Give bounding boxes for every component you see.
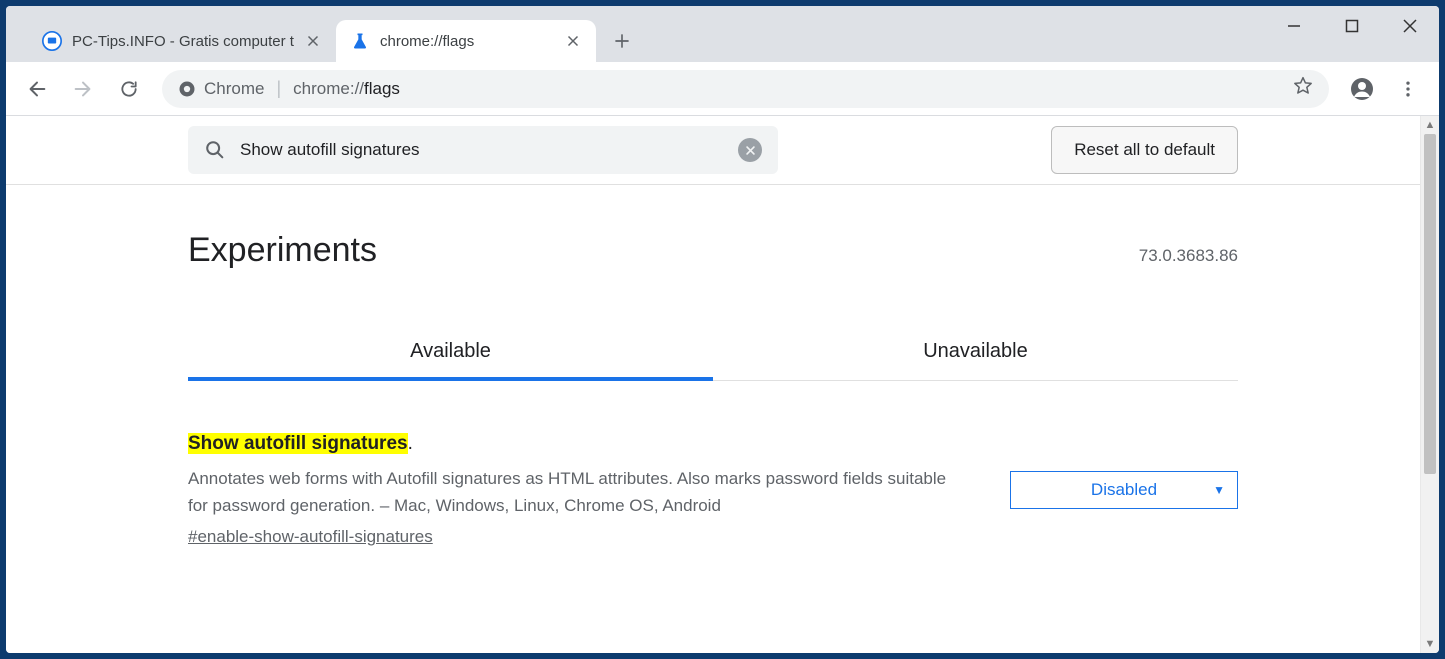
- window-controls: [1265, 6, 1439, 46]
- back-button[interactable]: [18, 70, 56, 108]
- clear-search-icon[interactable]: [738, 138, 762, 162]
- version-text: 73.0.3683.86: [1139, 246, 1238, 266]
- flag-tabs: Available Unavailable: [188, 326, 1238, 381]
- scroll-down-icon[interactable]: ▼: [1421, 635, 1439, 653]
- flag-title: Show autofill signatures.: [188, 433, 970, 455]
- tab-inactive[interactable]: PC-Tips.INFO - Gratis computer t: [28, 20, 336, 62]
- minimize-button[interactable]: [1265, 6, 1323, 46]
- tab-strip: PC-Tips.INFO - Gratis computer t chrome:…: [6, 6, 640, 62]
- forward-button[interactable]: [64, 70, 102, 108]
- site-info-chip[interactable]: Chrome: [178, 79, 264, 99]
- page-content: Reset all to default Experiments 73.0.36…: [6, 116, 1420, 653]
- kebab-menu-button[interactable]: [1389, 70, 1427, 108]
- select-value: Disabled: [1091, 480, 1157, 500]
- vertical-scrollbar[interactable]: ▲ ▼: [1420, 116, 1439, 653]
- favicon-pctips-icon: [42, 31, 62, 51]
- content-area: Reset all to default Experiments 73.0.36…: [6, 116, 1439, 653]
- reload-button[interactable]: [110, 70, 148, 108]
- tab-unavailable[interactable]: Unavailable: [713, 326, 1238, 381]
- scroll-thumb[interactable]: [1424, 134, 1436, 474]
- search-input[interactable]: [240, 140, 724, 160]
- scroll-up-icon[interactable]: ▲: [1421, 116, 1439, 134]
- search-icon: [204, 139, 226, 161]
- chevron-down-icon: ▼: [1213, 483, 1225, 497]
- divider: |: [276, 78, 281, 99]
- chrome-icon: [178, 80, 196, 98]
- tab-title: chrome://flags: [380, 33, 554, 50]
- url-text: chrome://flags: [293, 79, 400, 99]
- maximize-button[interactable]: [1323, 6, 1381, 46]
- favicon-flask-icon: [350, 31, 370, 51]
- close-icon[interactable]: [304, 32, 322, 50]
- flag-item: Show autofill signatures. Annotates web …: [188, 433, 1238, 547]
- flags-search-box[interactable]: [188, 126, 778, 174]
- reset-all-button[interactable]: Reset all to default: [1051, 126, 1238, 174]
- flags-search-bar: Reset all to default: [6, 116, 1420, 185]
- toolbar: Chrome | chrome://flags: [6, 62, 1439, 116]
- new-tab-button[interactable]: [604, 23, 640, 59]
- flag-description: Annotates web forms with Autofill signat…: [188, 465, 970, 519]
- browser-window: PC-Tips.INFO - Gratis computer t chrome:…: [6, 6, 1439, 653]
- page-title: Experiments: [188, 231, 377, 270]
- profile-button[interactable]: [1343, 70, 1381, 108]
- flag-permalink[interactable]: #enable-show-autofill-signatures: [188, 527, 433, 547]
- tab-active[interactable]: chrome://flags: [336, 20, 596, 62]
- close-icon[interactable]: [564, 32, 582, 50]
- chip-label: Chrome: [204, 79, 264, 99]
- flags-body: Experiments 73.0.3683.86 Available Unava…: [188, 185, 1238, 547]
- flag-state-select[interactable]: Disabled ▼: [1010, 471, 1238, 509]
- bookmark-star-icon[interactable]: [1293, 76, 1313, 101]
- tab-available[interactable]: Available: [188, 326, 713, 381]
- address-bar[interactable]: Chrome | chrome://flags: [162, 70, 1329, 108]
- titlebar: PC-Tips.INFO - Gratis computer t chrome:…: [6, 6, 1439, 62]
- close-window-button[interactable]: [1381, 6, 1439, 46]
- tab-title: PC-Tips.INFO - Gratis computer t: [72, 33, 294, 50]
